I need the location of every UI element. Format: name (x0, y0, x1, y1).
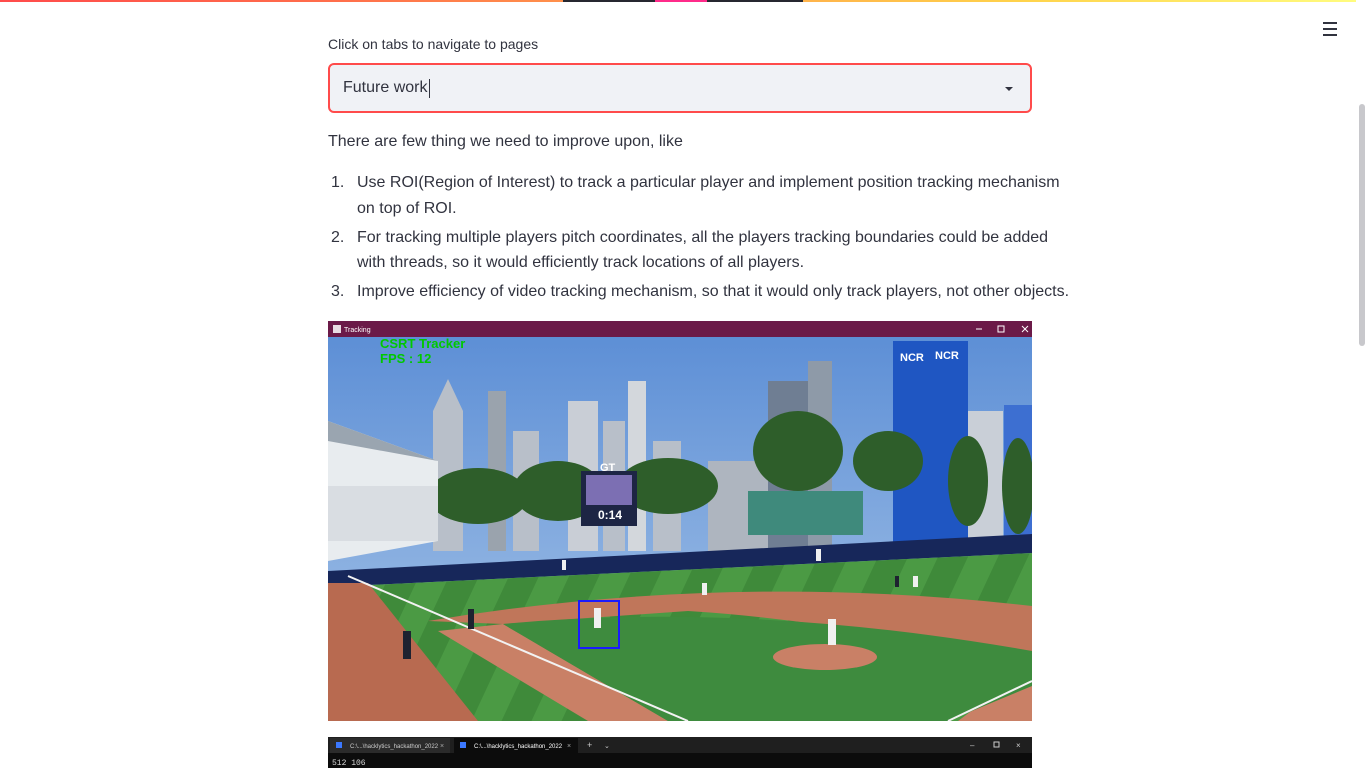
page-select-value: Future work (343, 79, 428, 96)
list-item-line: Use ROI(Region of Interest) to track a p… (357, 174, 1060, 191)
terminal-tab-2: C:\...\hacklytics_hackathon_2022 (474, 744, 563, 750)
page-select-dropdown[interactable]: Future work (328, 63, 1032, 113)
scoreboard-time: 0:14 (598, 508, 622, 522)
list-item: 1. Use ROI(Region of Interest) to track … (328, 170, 1060, 221)
list-item-line: For tracking multiple players pitch coor… (357, 228, 1049, 246)
text-cursor (429, 78, 431, 98)
list-number: 1. (331, 174, 345, 191)
list-number: 3. (331, 283, 345, 300)
tracking-screenshot: NCR NCR GT 0:14 CSRT Tracker FPS: 12 Tr… (328, 321, 1032, 721)
terminal-output: 512 106 (332, 759, 366, 768)
intro-text: There are few thing we need to improve u… (328, 133, 683, 150)
minimize-icon: – (970, 741, 975, 750)
fps-label: FPS : 12 (380, 351, 431, 366)
terminal-tab-icon (336, 742, 342, 748)
tracker-label: CSRT Tracker (380, 336, 465, 351)
hamburger-menu-icon[interactable] (1318, 17, 1342, 41)
building-sign-1: NCR (900, 352, 924, 364)
terminal-tab-1: C:\...\hacklytics_hackathon_2022 (350, 744, 439, 750)
window-app-icon (333, 325, 341, 333)
building-sign-2: NCR (935, 350, 959, 362)
list-item-line: on top of ROI. (357, 199, 457, 217)
list-item: 2. For tracking multiple players pitch c… (328, 225, 1048, 276)
list-number: 2. (331, 228, 345, 246)
chevron-down-icon[interactable] (1005, 87, 1013, 91)
list-item-line: Improve efficiency of video tracking mec… (357, 283, 1070, 300)
improvement-list: 1. Use ROI(Region of Interest) to track … (328, 170, 1069, 308)
tracking-window-title: Tracking (344, 327, 371, 334)
scrollbar-thumb[interactable] (1359, 104, 1365, 346)
close-icon: × (567, 743, 571, 750)
list-item: 3. Improve efficiency of video tracking … (328, 279, 1069, 305)
chevron-down-icon: ⌄ (604, 743, 610, 750)
scoreboard-logo: GT (600, 462, 616, 474)
close-icon: × (440, 743, 444, 750)
list-item-line: with threads, so it would efficiently tr… (357, 254, 805, 271)
plus-icon: + (587, 740, 592, 750)
close-icon: × (1016, 741, 1021, 750)
terminal-screenshot: C:\...\hacklytics_hackathon_2022 × C:\..… (328, 737, 1032, 768)
terminal-tab-icon (460, 742, 466, 748)
page-select-label: Click on tabs to navigate to pages (328, 36, 539, 52)
top-decoration-accent (655, 0, 707, 2)
